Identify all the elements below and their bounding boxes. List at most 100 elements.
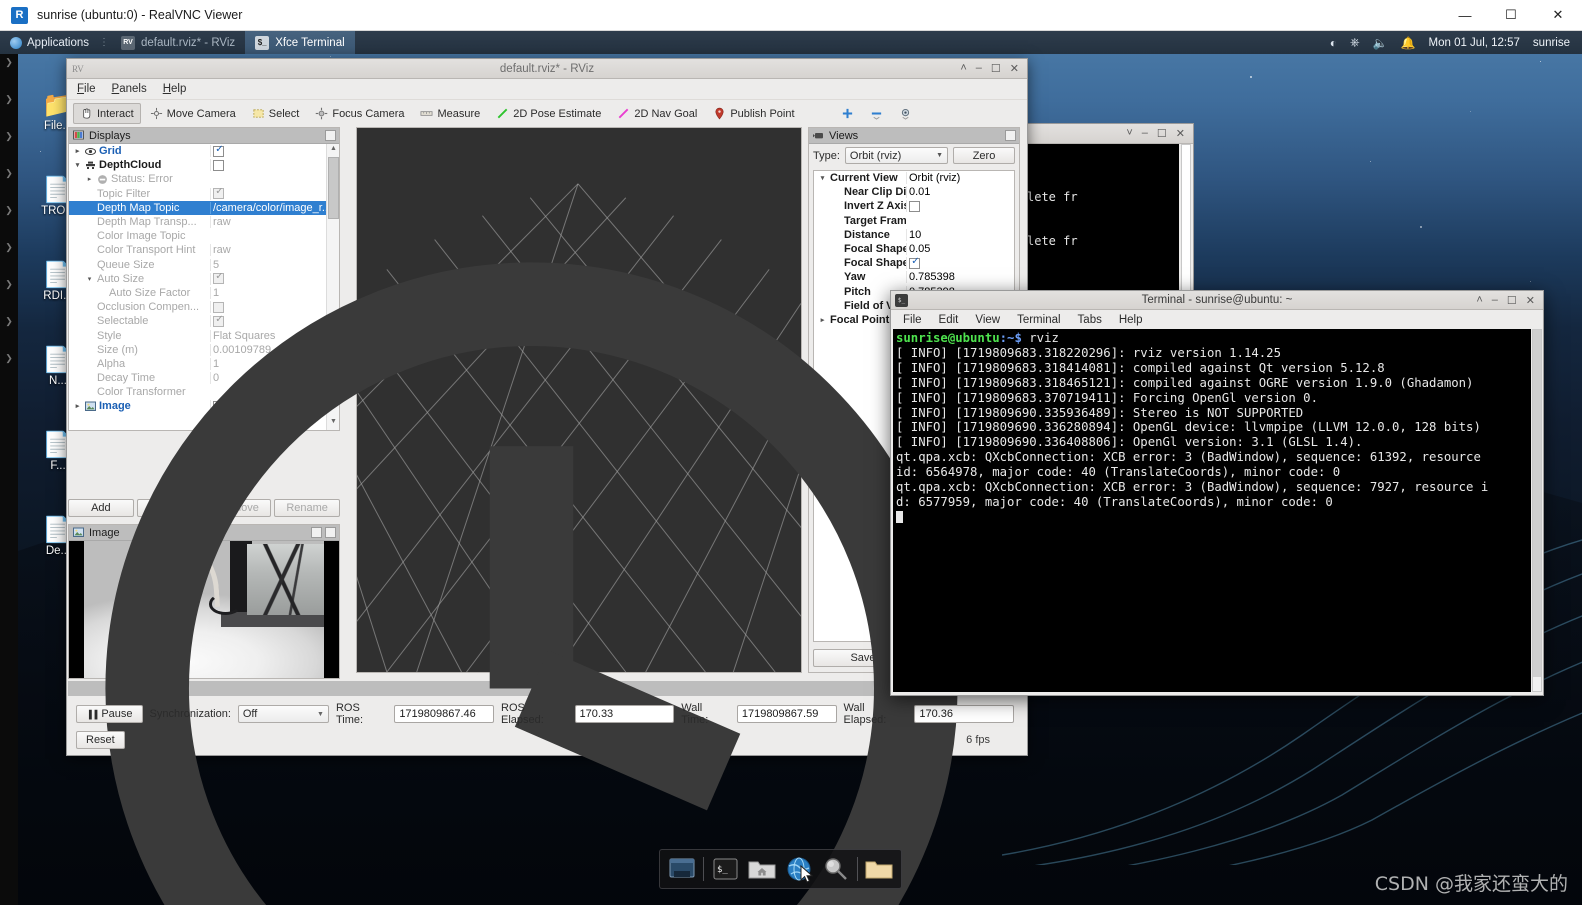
tool-properties-button[interactable] bbox=[892, 103, 919, 124]
tool-measure[interactable]: Measure bbox=[413, 103, 487, 124]
checkbox[interactable] bbox=[213, 145, 225, 157]
checkbox[interactable] bbox=[213, 159, 224, 171]
float-panel-button[interactable] bbox=[325, 130, 336, 141]
maximize-button[interactable]: ☐ bbox=[1488, 0, 1534, 31]
property-label: Grid bbox=[99, 145, 122, 158]
maximize-button[interactable]: ☐ bbox=[1157, 127, 1167, 140]
property-row[interactable]: Topic Filter bbox=[69, 187, 339, 201]
property-value[interactable] bbox=[906, 200, 1014, 213]
expand-arrow-icon[interactable]: ▾ bbox=[73, 161, 82, 169]
property-row[interactable]: ▾ Current View Orbit (rviz) bbox=[814, 171, 1014, 185]
bluetooth-icon[interactable]: ⎈ bbox=[1350, 35, 1360, 50]
minimize-button[interactable]: — bbox=[1442, 0, 1488, 31]
taskbar-item-rviz[interactable]: RV default.rviz* - RViz bbox=[111, 31, 245, 54]
minimize-button[interactable]: – bbox=[1142, 127, 1148, 140]
scroll-up-icon[interactable]: ▲ bbox=[328, 145, 339, 156]
menu-help[interactable]: Help bbox=[1119, 314, 1143, 326]
close-button[interactable]: ✕ bbox=[1010, 62, 1019, 75]
property-row[interactable]: ▸ Grid bbox=[69, 144, 339, 158]
background-terminal-window[interactable]: ˅ – ☐ ✕ lete fr lete fr bbox=[1018, 123, 1194, 303]
tool-2d-pose-estimate[interactable]: 2D Pose Estimate bbox=[489, 103, 608, 124]
sync-select[interactable]: Off ▼ bbox=[237, 705, 329, 723]
volume-icon[interactable]: 🔈 bbox=[1373, 36, 1388, 50]
displays-scroll-thumb[interactable] bbox=[328, 157, 339, 219]
terminal-titlebar[interactable]: Terminal - sunrise@ubuntu: ~ ˄ – ☐ ✕ bbox=[891, 291, 1543, 310]
expand-arrow-icon[interactable]: ▸ bbox=[73, 147, 82, 155]
property-value[interactable]: /camera/color/image_r... bbox=[210, 201, 339, 214]
wall-elapsed-field[interactable]: 170.36 bbox=[914, 705, 1015, 723]
add-tool-button[interactable] bbox=[834, 103, 861, 124]
ros-time-field[interactable]: 1719809867.46 bbox=[394, 705, 495, 723]
terminal-window[interactable]: Terminal - sunrise@ubuntu: ~ ˄ – ☐ ✕ Fil… bbox=[890, 290, 1544, 696]
username-label[interactable]: sunrise bbox=[1533, 37, 1570, 49]
shade-button[interactable]: ˄ bbox=[960, 62, 966, 75]
wall-time-field[interactable]: 1719809867.59 bbox=[736, 705, 837, 723]
menu-panels[interactable]: Panels bbox=[112, 83, 147, 95]
minimize-button[interactable]: – bbox=[976, 62, 982, 75]
tool-publish-point[interactable]: Publish Point bbox=[706, 103, 801, 124]
tool-focus-camera[interactable]: Focus Camera bbox=[308, 103, 411, 124]
property-value[interactable]: 0.01 bbox=[906, 186, 1014, 199]
shade-button[interactable]: ˄ bbox=[1476, 294, 1482, 307]
tool-interact[interactable]: Interact bbox=[73, 103, 141, 124]
shade-button[interactable]: ˅ bbox=[1126, 127, 1132, 140]
dock-terminal[interactable]: $_ bbox=[709, 854, 741, 884]
ros-elapsed-field[interactable]: 170.33 bbox=[574, 705, 675, 723]
property-value[interactable] bbox=[210, 145, 339, 158]
maximize-button[interactable]: ☐ bbox=[991, 62, 1001, 75]
property-value[interactable]: Orbit (rviz) bbox=[906, 172, 1014, 185]
terminal-screen[interactable]: sunrise@ubuntu:~$ rviz [ INFO] [17198096… bbox=[893, 329, 1531, 692]
property-row[interactable]: Invert Z Axis bbox=[814, 199, 1014, 213]
property-value[interactable] bbox=[210, 187, 339, 200]
maximize-button[interactable]: ☐ bbox=[1507, 294, 1517, 307]
dock-web-browser[interactable] bbox=[783, 854, 815, 884]
expand-arrow-icon[interactable]: ▸ bbox=[85, 175, 94, 183]
minimize-button[interactable]: – bbox=[1492, 294, 1498, 307]
checkbox[interactable] bbox=[909, 201, 920, 213]
tool-2d-nav-goal[interactable]: 2D Nav Goal bbox=[610, 103, 704, 124]
close-button[interactable]: ✕ bbox=[1526, 294, 1535, 307]
zero-button[interactable]: Zero bbox=[953, 147, 1015, 164]
taskbar-item-terminal[interactable]: $_ Xfce Terminal bbox=[245, 31, 355, 54]
property-name: Depth Map Transp... bbox=[69, 216, 210, 228]
menu-terminal[interactable]: Terminal bbox=[1017, 314, 1060, 326]
property-row[interactable]: Target Frame bbox=[814, 214, 1014, 228]
wifi-icon[interactable]: ◐ bbox=[1330, 36, 1337, 50]
view-type-select[interactable]: Orbit (rviz) ▼ bbox=[844, 147, 948, 164]
close-button[interactable]: ✕ bbox=[1176, 127, 1185, 140]
background-terminal-screen[interactable]: lete fr lete fr bbox=[1025, 144, 1179, 296]
property-name: ▸ Grid bbox=[69, 145, 210, 157]
tool-select[interactable]: Select bbox=[245, 103, 307, 124]
property-row[interactable]: Near Clip Di...0.01 bbox=[814, 185, 1014, 199]
property-row[interactable]: ▸ Status: Error bbox=[69, 172, 339, 186]
terminal-scrollbar[interactable] bbox=[1532, 329, 1542, 692]
tool-move-camera[interactable]: Move Camera bbox=[143, 103, 243, 124]
close-button[interactable]: ✕ bbox=[1534, 0, 1582, 31]
terminal-scroll-thumb[interactable] bbox=[1533, 330, 1541, 677]
menu-edit[interactable]: Edit bbox=[939, 314, 959, 326]
property-value[interactable] bbox=[210, 159, 339, 172]
remove-tool-button[interactable] bbox=[863, 103, 890, 124]
float-panel-button[interactable] bbox=[1005, 130, 1016, 141]
property-value[interactable]: raw bbox=[210, 216, 339, 229]
property-row[interactable]: Depth Map Topic/camera/color/image_r... bbox=[69, 200, 339, 215]
bell-icon[interactable]: 🔔 bbox=[1401, 36, 1416, 50]
menu-file[interactable]: File bbox=[903, 314, 922, 326]
menu-view[interactable]: View bbox=[975, 314, 1000, 326]
menu-help[interactable]: Help bbox=[163, 83, 187, 95]
menu-file[interactable]: FFileile bbox=[77, 83, 96, 95]
dock-magnifier[interactable] bbox=[820, 854, 852, 884]
background-terminal-scrollbar[interactable] bbox=[1181, 144, 1191, 296]
property-row[interactable]: ▾ DepthCloud bbox=[69, 158, 339, 172]
property-row[interactable]: Depth Map Transp... raw bbox=[69, 215, 339, 229]
expand-arrow-icon[interactable]: ▾ bbox=[818, 174, 827, 182]
dock-show-desktop[interactable] bbox=[666, 854, 698, 884]
rviz-titlebar[interactable]: RV default.rviz* - RViz ˄ – ☐ ✕ bbox=[67, 59, 1027, 79]
menu-tabs[interactable]: Tabs bbox=[1078, 314, 1102, 326]
clock[interactable]: Mon 01 Jul, 12:57 bbox=[1429, 37, 1520, 49]
dock-home-folder[interactable] bbox=[746, 854, 778, 884]
dock-file-manager[interactable] bbox=[863, 854, 895, 884]
applications-menu-button[interactable]: Applications bbox=[0, 31, 97, 54]
reset-button[interactable]: Reset bbox=[76, 731, 125, 749]
pause-button[interactable]: ▐▐ Pause bbox=[76, 705, 143, 723]
